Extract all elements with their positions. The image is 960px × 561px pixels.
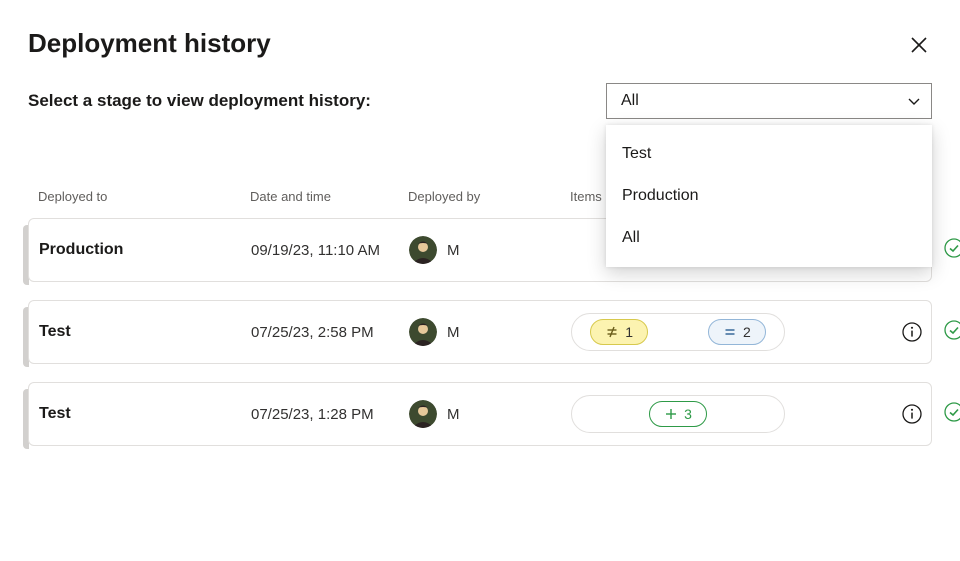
row-info-button[interactable] (901, 321, 923, 343)
datetime: 07/25/23, 1:28 PM (251, 406, 409, 423)
stage-filter-toggle[interactable]: All (606, 83, 932, 119)
items-unchanged-pill[interactable]: 2 (708, 319, 766, 345)
deployed-by: M (409, 236, 571, 264)
col-datetime: Date and time (250, 189, 408, 204)
col-deployed-to: Deployed to (38, 189, 250, 204)
row-info-button[interactable] (901, 403, 923, 425)
datetime: 07/25/23, 2:58 PM (251, 324, 409, 341)
stage-filter-option[interactable]: Production (606, 175, 932, 217)
items-new-count: 3 (684, 406, 692, 422)
stage-filter-option[interactable]: All (606, 217, 932, 259)
table-row[interactable]: Test07/25/23, 1:28 PM M 3 (28, 382, 932, 446)
stage-name: Production (39, 241, 251, 259)
items-pill-group[interactable]: 12 (571, 313, 785, 351)
deployed-by: M (409, 400, 571, 428)
items-changed-count: 1 (625, 324, 633, 340)
plus-icon (664, 407, 678, 421)
deployer-name: M (447, 324, 460, 341)
close-button[interactable] (906, 32, 932, 58)
close-icon (910, 36, 928, 54)
avatar (409, 318, 437, 346)
stage-name: Test (39, 405, 251, 423)
col-deployed-by: Deployed by (408, 189, 570, 204)
info-icon (901, 403, 923, 425)
stage-filter-menu: Test Production All (606, 125, 932, 267)
items-cell: 12 (571, 313, 901, 351)
filter-label: Select a stage to view deployment histor… (28, 91, 371, 111)
not-equal-icon (605, 325, 619, 339)
deployer-name: M (447, 406, 460, 423)
status-cell (901, 319, 960, 346)
items-cell: 3 (571, 395, 901, 433)
chevron-down-icon (907, 94, 921, 108)
items-unchanged-count: 2 (743, 324, 751, 340)
items-pill-group[interactable]: 3 (571, 395, 785, 433)
datetime: 09/19/23, 11:10 AM (251, 242, 409, 259)
deployer-name: M (447, 242, 460, 259)
stage-filter-dropdown[interactable]: All Test Production All (606, 83, 932, 119)
stage-filter-option[interactable]: Test (606, 133, 932, 175)
status-success-icon (943, 319, 960, 346)
avatar (409, 400, 437, 428)
status-success-icon (943, 237, 960, 264)
info-icon (901, 321, 923, 343)
stage-filter-selected: All (621, 92, 639, 110)
status-success-icon (943, 401, 960, 428)
items-new-pill[interactable]: 3 (649, 401, 707, 427)
avatar (409, 236, 437, 264)
stage-name: Test (39, 323, 251, 341)
table-row[interactable]: Test07/25/23, 2:58 PMM12 (28, 300, 932, 364)
deployed-by: M (409, 318, 571, 346)
items-changed-pill[interactable]: 1 (590, 319, 648, 345)
status-cell (901, 401, 960, 428)
page-title: Deployment history (28, 28, 271, 59)
equal-icon (723, 325, 737, 339)
